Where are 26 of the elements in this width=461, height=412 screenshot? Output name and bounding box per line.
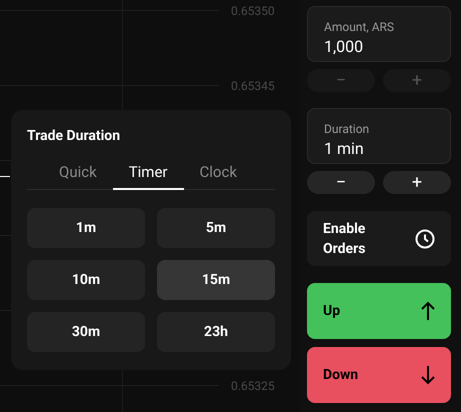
field-value: 1,000 (324, 36, 364, 58)
decrease-button[interactable]: − (307, 171, 375, 194)
duration-option[interactable]: 30m (27, 312, 145, 352)
increase-button[interactable]: + (383, 171, 451, 194)
duration-option[interactable]: 23h (157, 312, 275, 352)
tab[interactable]: Clock (184, 156, 253, 190)
field-label: Duration (324, 121, 370, 137)
tab[interactable]: Timer (112, 156, 184, 190)
tab[interactable]: Quick (43, 156, 113, 190)
up-button[interactable]: Up (307, 283, 451, 339)
clock-icon (415, 228, 435, 248)
popup-title: Trade Duration (27, 127, 122, 146)
price-label: 0.65350 (231, 3, 275, 19)
duration-option[interactable]: 5m (157, 208, 275, 248)
enable-orders-button[interactable]: Enable Orders (307, 211, 451, 266)
field-value: 1 min (324, 138, 365, 160)
duration-field[interactable]: Duration 1 min (307, 108, 451, 164)
price-label: 0.65325 (231, 378, 275, 394)
up-arrow-icon (421, 301, 435, 321)
field-label: Amount, ARS (324, 19, 396, 35)
duration-option[interactable]: 1m (27, 208, 145, 248)
down-button[interactable]: Down (307, 347, 451, 403)
price-label: 0.65345 (231, 78, 275, 94)
duration-option[interactable]: 10m (27, 260, 145, 300)
down-arrow-icon (421, 365, 435, 385)
duration-option[interactable]: 15m (157, 260, 275, 300)
